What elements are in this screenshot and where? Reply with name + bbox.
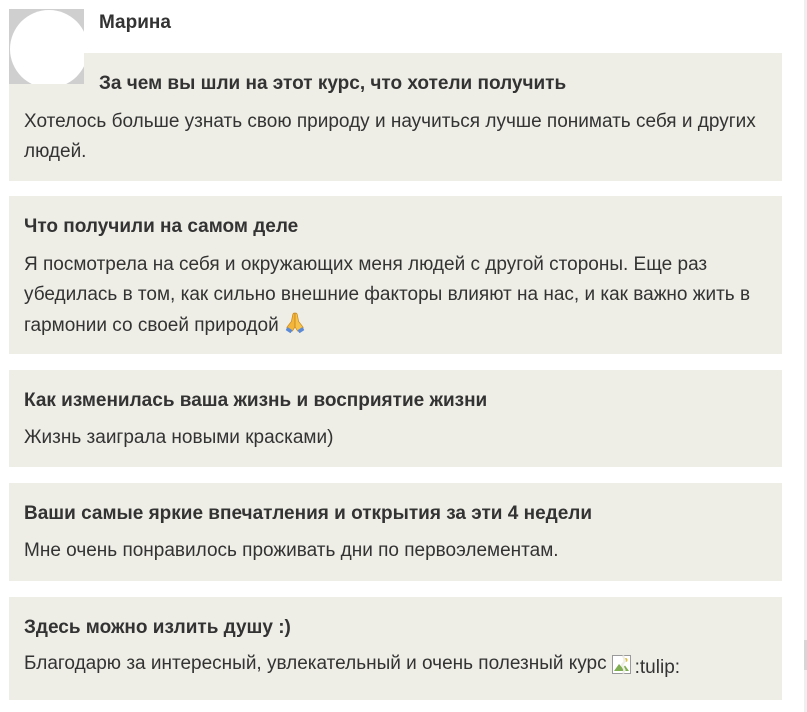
review-card-change: Как изменилась ваша жизнь и восприятие ж… <box>9 370 782 467</box>
card-text: Мне очень понравилось проживать дни по п… <box>24 540 559 561</box>
card-text-content: Благодарю за интересный, увлекательный и… <box>24 653 607 674</box>
card-text: Благодарю за интересный, увлекательный и… <box>24 649 774 683</box>
card-title: Ваши самые яркие впечатления и открытия … <box>24 503 593 524</box>
card-title: Что получили на самом деле <box>24 216 299 237</box>
card-title: Здесь можно излить душу :) <box>24 617 291 638</box>
avatar-circle <box>10 10 84 84</box>
author-name: Марина <box>99 12 171 33</box>
card-text-content: Я посмотрела на себя и окружающих меня л… <box>24 254 751 336</box>
review-card-result: Что получили на самом деле Я посмотрела … <box>9 196 782 354</box>
card-title: Как изменилась ваша жизнь и восприятие ж… <box>24 390 488 411</box>
review-card-impressions: Ваши самые яркие впечатления и открытия … <box>9 483 782 581</box>
review-card-goal: За чем вы шли на этот курс, что хотели п… <box>9 53 782 181</box>
card-text: Жизнь заиграла новыми красками) <box>24 427 334 448</box>
card-text: Хотелось больше узнать свою природу и на… <box>24 111 756 162</box>
avatar <box>9 9 84 84</box>
card-text: Я посмотрела на себя и окружающих меня л… <box>24 250 774 344</box>
tulip-image: :tulip: <box>611 653 680 683</box>
broken-image-icon <box>611 653 635 677</box>
review-card-soul: Здесь можно излить душу :) Благодарю за … <box>9 597 782 700</box>
card-title: За чем вы шли на этот курс, что хотели п… <box>99 73 567 94</box>
folded-hands-icon <box>283 310 307 344</box>
image-alt-text: :tulip: <box>634 657 681 678</box>
